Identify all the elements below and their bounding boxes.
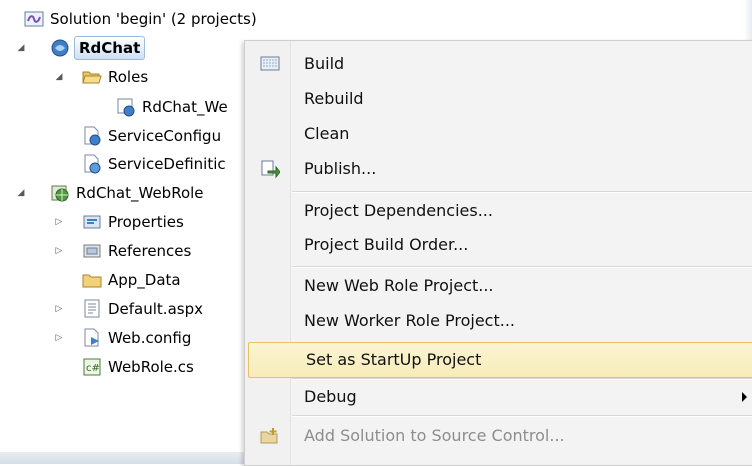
- tree-node-label: ServiceConfigu: [108, 127, 222, 145]
- source-control-icon: [260, 426, 280, 446]
- web-config-icon: [82, 328, 102, 348]
- build-icon: [260, 54, 280, 74]
- menu-item-project-dependencies[interactable]: Project Dependencies...: [247, 194, 752, 228]
- tree-node-references[interactable]: References: [82, 238, 193, 264]
- tree-node-label: RdChat: [74, 36, 146, 60]
- tree-node-label: WebRole.cs: [108, 358, 194, 376]
- folder-icon: [82, 270, 102, 290]
- tree-node-label: RdChat_WebRole: [76, 184, 204, 202]
- tree-node-label: Properties: [108, 213, 184, 231]
- config-file-icon: [82, 126, 102, 146]
- collapse-arrow-icon[interactable]: ◢: [16, 43, 26, 53]
- menu-item-label: Project Dependencies...: [304, 201, 493, 220]
- menu-item-add-solution-to-source-control[interactable]: Add Solution to Source Control...: [247, 419, 752, 453]
- tree-node-label: References: [108, 242, 192, 260]
- definition-file-icon: [82, 154, 102, 174]
- menu-item-label: Debug: [304, 387, 357, 406]
- aspx-file-icon: [82, 299, 102, 319]
- tree-node-roles[interactable]: Roles: [82, 64, 150, 90]
- properties-icon: [82, 212, 102, 232]
- menu-item-clean[interactable]: Clean: [247, 117, 752, 151]
- tree-node-label: Roles: [108, 68, 149, 86]
- tree-node-service-configuration[interactable]: ServiceConfigu: [82, 123, 223, 149]
- menu-item-label: Rebuild: [304, 89, 364, 108]
- collapse-arrow-icon[interactable]: ◢: [16, 188, 26, 198]
- expand-arrow-icon[interactable]: ▷: [54, 304, 64, 314]
- tree-node-label: App_Data: [108, 271, 181, 289]
- tree-node-label: Web.config: [108, 329, 192, 347]
- menu-item-build[interactable]: Build: [247, 47, 752, 81]
- tree-node-webrole-cs[interactable]: c# WebRole.cs: [82, 354, 196, 380]
- tree-node-rdchat-webrole[interactable]: RdChat_WebRole: [50, 180, 206, 206]
- solution-label: Solution 'begin' (2 projects): [50, 10, 257, 28]
- menu-item-new-worker-role-project[interactable]: New Worker Role Project...: [247, 304, 752, 338]
- web-project-icon: [50, 183, 70, 203]
- tree-node-rdchat[interactable]: RdChat: [50, 35, 146, 61]
- menu-item-label: New Web Role Project...: [304, 276, 494, 295]
- menu-separator: [292, 191, 752, 193]
- menu-item-set-as-startup-project[interactable]: Set as StartUp Project: [248, 342, 752, 378]
- menu-item-label: Clean: [304, 124, 350, 143]
- tree-node-service-definition[interactable]: ServiceDefinitic: [82, 151, 228, 177]
- tree-node-default-aspx[interactable]: Default.aspx: [82, 296, 205, 322]
- expand-arrow-icon[interactable]: ▷: [54, 333, 64, 343]
- csharp-file-icon: c#: [82, 357, 102, 377]
- expand-arrow-icon[interactable]: ▷: [54, 217, 64, 227]
- menu-item-project-build-order[interactable]: Project Build Order...: [247, 228, 752, 262]
- submenu-arrow-icon: [742, 392, 747, 402]
- solution-icon: [24, 9, 44, 29]
- publish-icon: [260, 159, 281, 179]
- folder-open-icon: [82, 67, 102, 87]
- collapse-arrow-icon[interactable]: ◢: [54, 72, 64, 82]
- cloud-project-icon: [50, 38, 70, 58]
- expand-arrow-icon[interactable]: ▷: [54, 246, 64, 256]
- svg-text:c#: c#: [86, 363, 100, 374]
- menu-item-label: Add Solution to Source Control...: [304, 426, 565, 445]
- tree-node-web-config[interactable]: Web.config: [82, 325, 193, 351]
- menu-item-rebuild[interactable]: Rebuild: [247, 82, 752, 116]
- menu-item-publish[interactable]: Publish...: [247, 152, 752, 186]
- tree-node-label: ServiceDefinitic: [108, 155, 226, 173]
- menu-item-label: Publish...: [304, 159, 377, 178]
- menu-separator: [292, 266, 752, 268]
- tree-node-properties[interactable]: Properties: [82, 209, 186, 235]
- menu-item-label: Project Build Order...: [304, 235, 469, 254]
- references-icon: [82, 241, 102, 261]
- tree-node-rdchat-webrole-ref[interactable]: RdChat_We: [116, 94, 230, 120]
- menu-item-label: New Worker Role Project...: [304, 311, 515, 330]
- web-role-icon: [116, 97, 136, 117]
- menu-item-label: Build: [304, 54, 345, 73]
- solution-explorer-window: Solution 'begin' (2 projects) ◢ RdChat ◢: [0, 0, 752, 466]
- menu-item-label: Set as StartUp Project: [306, 350, 482, 369]
- context-menu: Build Rebuild Clean Publish... Project D…: [244, 40, 752, 466]
- tree-node-app-data[interactable]: App_Data: [82, 267, 183, 293]
- tree-node-label: Default.aspx: [108, 300, 203, 318]
- menu-item-debug[interactable]: Debug: [247, 380, 752, 414]
- tree-node-label: RdChat_We: [142, 98, 228, 116]
- menu-item-new-web-role-project[interactable]: New Web Role Project...: [247, 269, 752, 303]
- menu-separator: [292, 415, 752, 417]
- tree-node-solution[interactable]: Solution 'begin' (2 projects): [24, 6, 259, 32]
